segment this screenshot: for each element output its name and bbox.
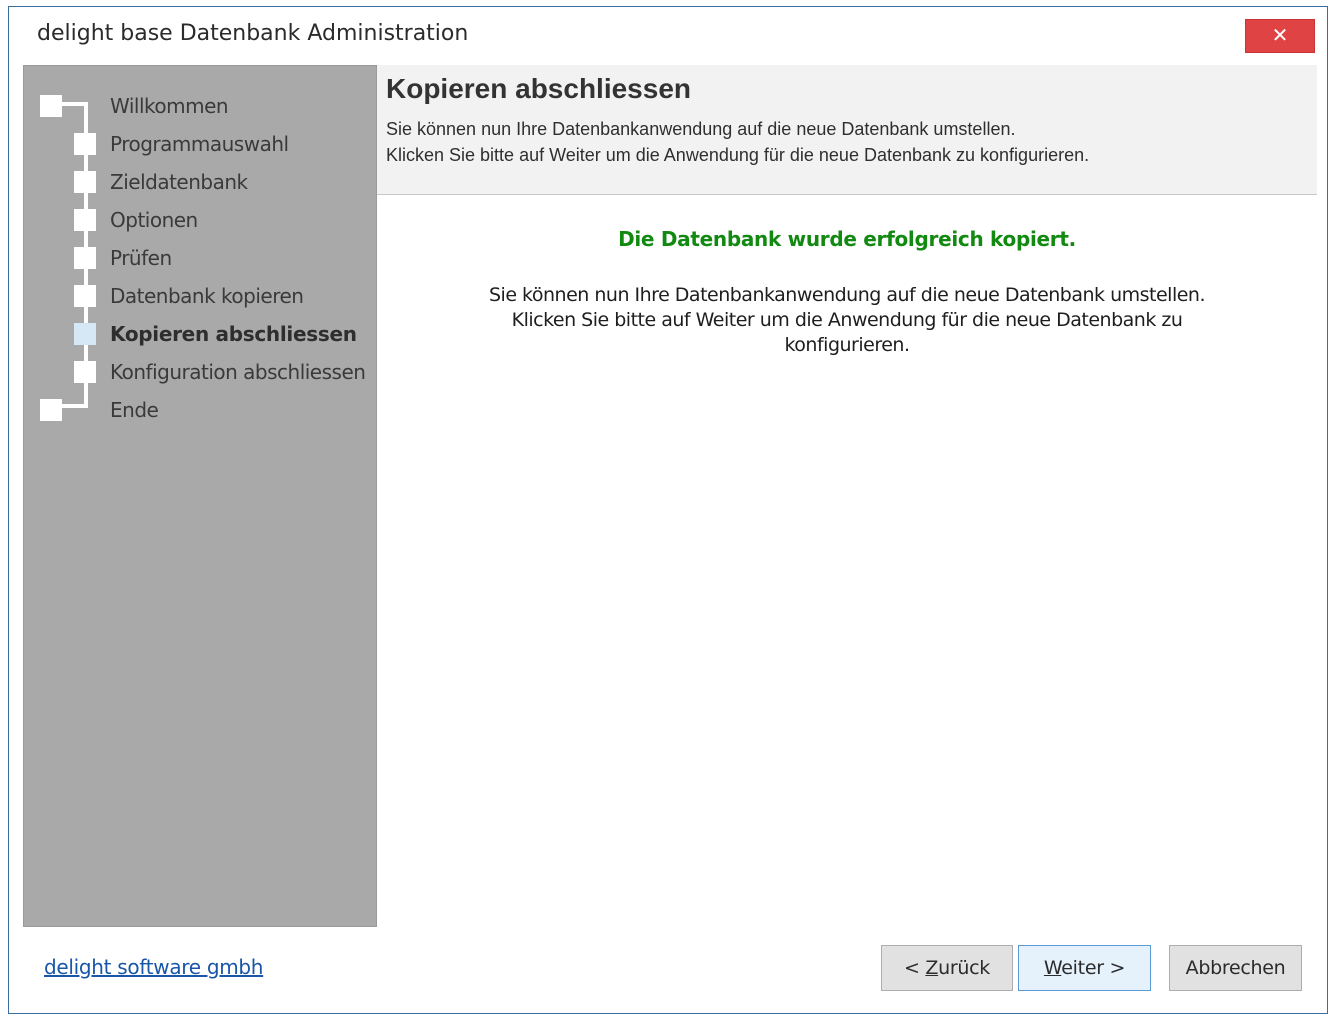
step-node-icon bbox=[40, 95, 62, 117]
success-message: Die Datenbank wurde erfolgreich kopiert. bbox=[618, 227, 1076, 251]
step-node-icon bbox=[74, 209, 96, 231]
wizard-window: delight base Datenbank Administration ✕ … bbox=[8, 6, 1328, 1014]
step-label: Konfiguration abschliessen bbox=[110, 360, 366, 384]
info-line: Sie können nun Ihre Datenbankanwendung a… bbox=[488, 284, 1206, 306]
step-datenbank-kopieren: Datenbank kopieren bbox=[24, 280, 378, 314]
step-programmauswahl: Programmauswahl bbox=[24, 128, 378, 162]
step-label: Willkommen bbox=[110, 94, 229, 118]
next-button[interactable]: Weiter > bbox=[1018, 945, 1151, 991]
step-label: Optionen bbox=[110, 208, 198, 232]
content-panel: Die Datenbank wurde erfolgreich kopiert.… bbox=[377, 195, 1317, 927]
info-line: konfigurieren. bbox=[784, 334, 910, 356]
back-label-hotkey: Z bbox=[925, 957, 939, 979]
page-description-line: Klicken Sie bitte auf Weiter um die Anwe… bbox=[386, 145, 1090, 165]
info-text: Sie können nun Ihre Datenbankanwendung a… bbox=[467, 283, 1227, 358]
window-title: delight base Datenbank Administration bbox=[37, 21, 469, 46]
wizard-steps-sidebar: Willkommen Programmauswahl Zieldatenbank… bbox=[23, 65, 377, 927]
step-node-icon bbox=[40, 399, 62, 421]
step-label: Prüfen bbox=[110, 246, 172, 270]
page-description-line: Sie können nun Ihre Datenbankanwendung a… bbox=[386, 119, 1016, 139]
step-node-icon bbox=[74, 247, 96, 269]
step-label: Programmauswahl bbox=[110, 132, 289, 156]
close-icon: ✕ bbox=[1271, 23, 1289, 47]
step-node-icon bbox=[74, 361, 96, 383]
step-label: Ende bbox=[110, 398, 159, 422]
back-label-rest: urück bbox=[938, 957, 990, 979]
close-button[interactable]: ✕ bbox=[1245, 19, 1315, 53]
step-zieldatenbank: Zieldatenbank bbox=[24, 166, 378, 200]
step-kopieren-abschliessen: Kopieren abschliessen bbox=[24, 318, 378, 352]
step-label-active: Kopieren abschliessen bbox=[110, 322, 357, 346]
step-ende: Ende bbox=[24, 394, 378, 428]
step-node-active-icon bbox=[74, 323, 96, 345]
page-header: Kopieren abschliessen Sie können nun Ihr… bbox=[377, 65, 1317, 195]
next-label-rest: eiter > bbox=[1061, 957, 1126, 979]
back-label-prefix: < bbox=[904, 957, 926, 979]
step-label: Datenbank kopieren bbox=[110, 284, 304, 308]
step-willkommen: Willkommen bbox=[24, 90, 378, 124]
page-title: Kopieren abschliessen bbox=[386, 73, 692, 104]
step-pruefen: Prüfen bbox=[24, 242, 378, 276]
step-optionen: Optionen bbox=[24, 204, 378, 238]
title-bar: delight base Datenbank Administration ✕ bbox=[9, 7, 1327, 65]
step-node-icon bbox=[74, 285, 96, 307]
step-node-icon bbox=[74, 133, 96, 155]
step-konfiguration-abschliessen: Konfiguration abschliessen bbox=[24, 356, 378, 390]
company-link[interactable]: delight software gmbh bbox=[44, 955, 263, 979]
back-button[interactable]: < Zurück bbox=[881, 945, 1013, 991]
cancel-button[interactable]: Abbrechen bbox=[1169, 945, 1302, 991]
info-line: Klicken Sie bitte auf Weiter um die Anwe… bbox=[511, 309, 1183, 331]
step-label: Zieldatenbank bbox=[110, 170, 248, 194]
next-label-hotkey: W bbox=[1043, 957, 1062, 979]
step-node-icon bbox=[74, 171, 96, 193]
